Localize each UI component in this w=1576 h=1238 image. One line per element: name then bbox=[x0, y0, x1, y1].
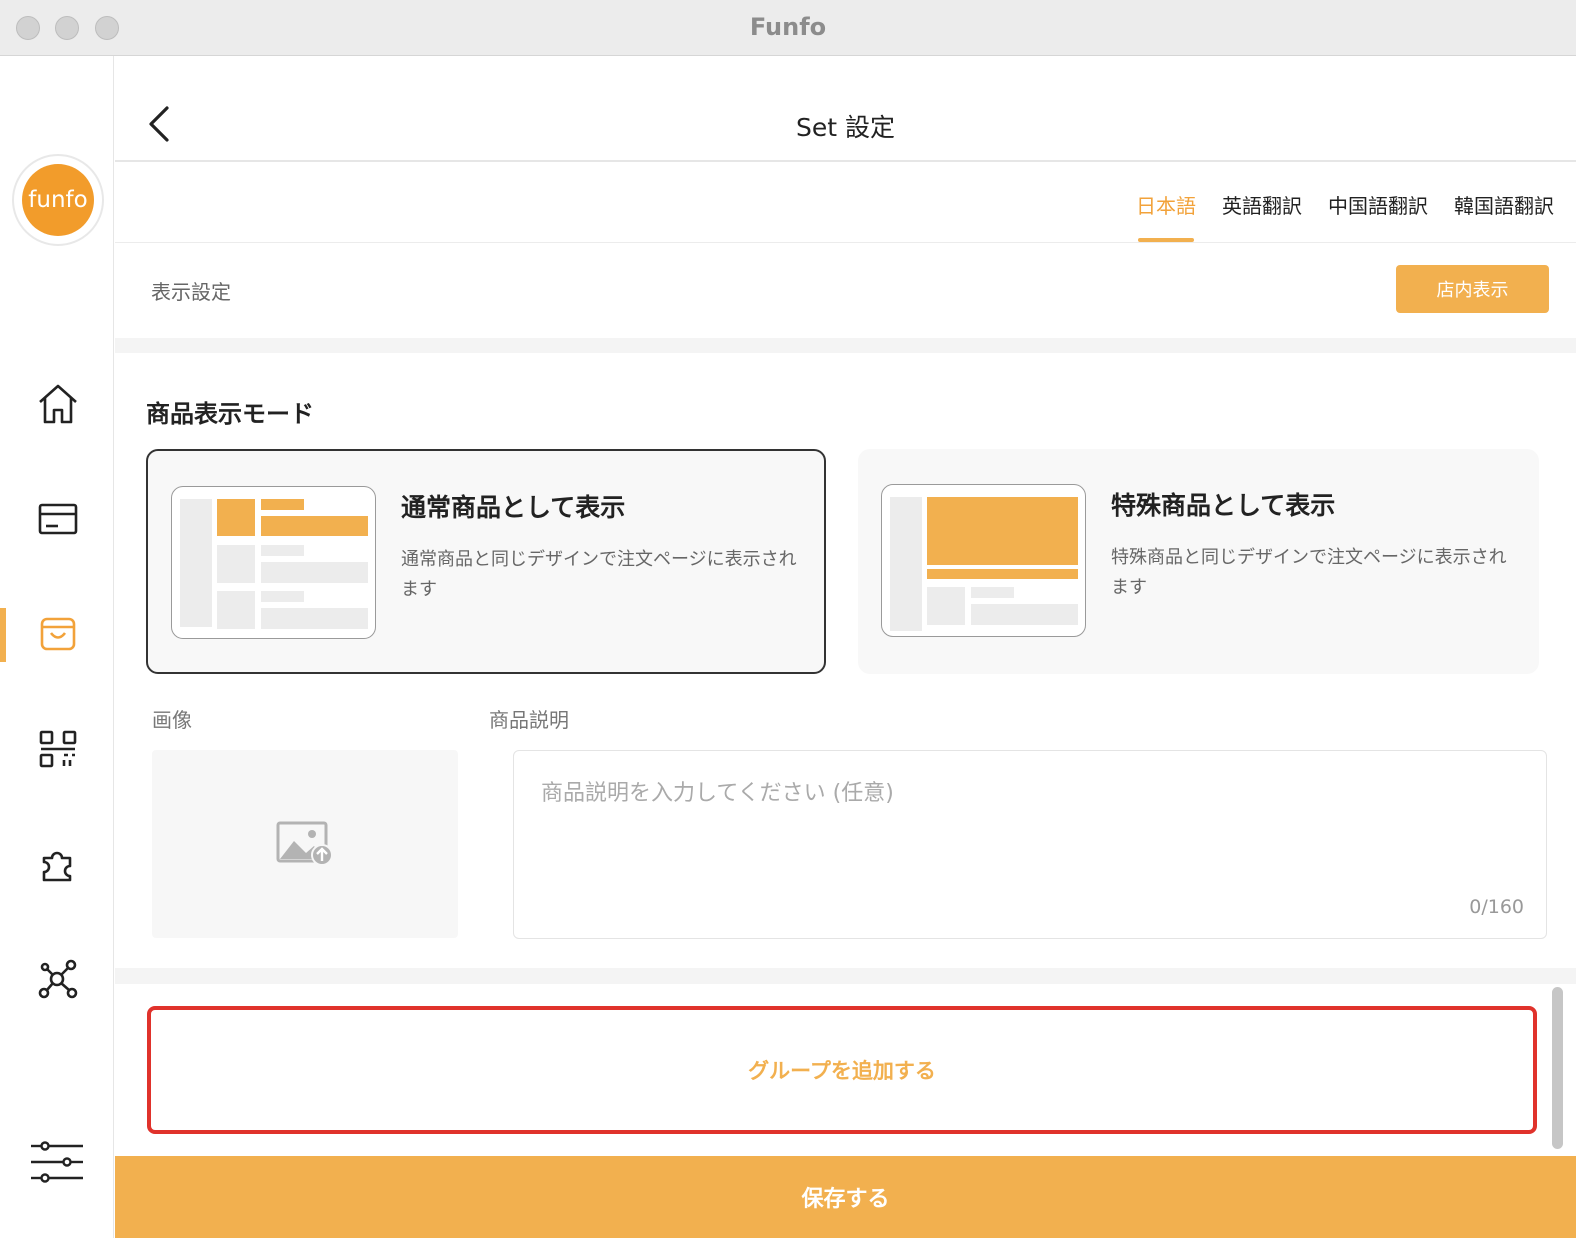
network-icon bbox=[38, 959, 78, 999]
section-divider bbox=[115, 968, 1576, 984]
tabs-divider bbox=[115, 242, 1576, 243]
sidebar-item-network[interactable] bbox=[35, 956, 81, 1002]
shopping-bag-icon bbox=[40, 617, 76, 651]
mode-option-normal[interactable]: 通常商品として表示 通常商品と同じデザインで注文ページに表示されます bbox=[146, 449, 826, 674]
language-tabs: 日本語 英語翻訳 中国語翻訳 韓国語翻訳 bbox=[1134, 190, 1556, 242]
in-store-display-button[interactable]: 店内表示 bbox=[1396, 265, 1549, 313]
tab-korean-translation[interactable]: 韓国語翻訳 bbox=[1452, 190, 1556, 242]
home-icon bbox=[39, 384, 77, 424]
save-button[interactable]: 保存する bbox=[115, 1156, 1576, 1238]
image-upload-area[interactable] bbox=[152, 750, 458, 938]
active-indicator bbox=[0, 608, 6, 662]
section-divider bbox=[115, 338, 1576, 353]
mode-option-title: 特殊商品として表示 bbox=[1111, 491, 1336, 520]
sidebar-item-qr[interactable] bbox=[35, 726, 81, 772]
window-titlebar: Funfo bbox=[0, 0, 1576, 56]
description-textarea[interactable]: 商品説明を入力してください (任意) 0/160 bbox=[513, 750, 1547, 939]
description-placeholder: 商品説明を入力してください (任意) bbox=[541, 781, 894, 806]
qr-code-icon bbox=[39, 730, 77, 768]
display-settings-label: 表示設定 bbox=[151, 280, 231, 304]
image-upload-icon bbox=[276, 821, 333, 866]
page-header: Set 設定 bbox=[115, 56, 1576, 162]
normal-layout-preview bbox=[171, 486, 376, 639]
sidebar-item-plugins[interactable] bbox=[35, 841, 81, 887]
tab-english-translation[interactable]: 英語翻訳 bbox=[1220, 190, 1304, 242]
sidebar-item-payment[interactable] bbox=[35, 496, 81, 542]
image-label: 画像 bbox=[152, 708, 192, 732]
sidebar-item-home[interactable] bbox=[35, 381, 81, 427]
description-label: 商品説明 bbox=[489, 708, 569, 732]
mode-option-title: 通常商品として表示 bbox=[401, 493, 626, 522]
puzzle-icon bbox=[42, 851, 72, 882]
sliders-icon bbox=[31, 1141, 83, 1183]
funfo-logo[interactable]: funfo bbox=[12, 154, 104, 246]
sidebar: funfo bbox=[0, 56, 114, 1238]
tab-japanese[interactable]: 日本語 bbox=[1134, 190, 1198, 242]
page-title: Set 設定 bbox=[796, 113, 895, 142]
mode-option-description: 通常商品と同じデザインで注文ページに表示されます bbox=[401, 549, 797, 600]
mode-option-description: 特殊商品と同じデザインで注文ページに表示されます bbox=[1111, 547, 1507, 598]
sidebar-item-settings[interactable] bbox=[28, 1139, 86, 1185]
special-layout-preview bbox=[881, 484, 1086, 637]
display-mode-title: 商品表示モード bbox=[146, 400, 314, 428]
window-title: Funfo bbox=[749, 13, 827, 41]
card-icon bbox=[38, 503, 78, 535]
add-group-button[interactable]: グループを追加する bbox=[147, 1006, 1537, 1134]
sidebar-item-products[interactable] bbox=[35, 611, 81, 657]
logo-text: funfo bbox=[22, 164, 94, 236]
main-panel: Set 設定 日本語 英語翻訳 中国語翻訳 韓国語翻訳 表示設定 店内表示 商品… bbox=[115, 56, 1576, 1238]
mode-option-special[interactable]: 特殊商品として表示 特殊商品と同じデザインで注文ページに表示されます bbox=[858, 449, 1539, 674]
scrollbar-thumb[interactable] bbox=[1552, 987, 1563, 1149]
character-counter: 0/160 bbox=[1469, 896, 1524, 918]
tab-chinese-translation[interactable]: 中国語翻訳 bbox=[1326, 190, 1430, 242]
